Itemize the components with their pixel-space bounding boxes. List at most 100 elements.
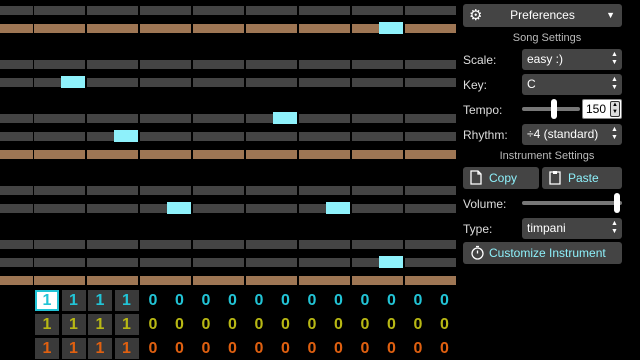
rhythm-select[interactable]: ÷4 (standard) ▲ ▼: [522, 124, 622, 145]
channel-bar-cell[interactable]: 0: [353, 314, 377, 335]
pitch-row-segment[interactable]: [140, 60, 191, 69]
stepper-icon[interactable]: ▲ ▼: [610, 101, 620, 117]
channel-bar-cell[interactable]: 1: [88, 338, 112, 359]
note-block[interactable]: [379, 22, 403, 34]
channel-bar-cell[interactable]: 0: [327, 290, 351, 311]
pitch-row-segment[interactable]: [405, 132, 456, 141]
pitch-row-segment[interactable]: [246, 132, 297, 141]
octave-row-segment[interactable]: [0, 24, 33, 33]
octave-row-segment[interactable]: [34, 24, 85, 33]
pitch-row-segment[interactable]: [246, 258, 297, 267]
octave-row-segment[interactable]: [87, 24, 138, 33]
octave-row-segment[interactable]: [34, 150, 85, 159]
octave-row-segment[interactable]: [405, 24, 456, 33]
pitch-row-segment[interactable]: [193, 6, 244, 15]
note-block[interactable]: [273, 112, 297, 124]
channel-bar-cell[interactable]: 1: [61, 290, 86, 311]
channel-bar-cell[interactable]: 0: [353, 290, 377, 311]
pitch-row-segment[interactable]: [352, 132, 403, 141]
channel-bar-cell[interactable]: 0: [247, 314, 271, 335]
channel-bar-cell[interactable]: 0: [141, 338, 165, 359]
channel-bar-cell[interactable]: 0: [327, 338, 351, 359]
pitch-row-segment[interactable]: [246, 6, 297, 15]
octave-row-segment[interactable]: [246, 276, 297, 285]
channel-bar-cell[interactable]: 1: [88, 290, 112, 311]
octave-row-segment[interactable]: [299, 276, 350, 285]
channel-bar-cell[interactable]: 0: [221, 290, 245, 311]
octave-row-segment[interactable]: [405, 276, 456, 285]
type-select[interactable]: timpani ▲ ▼: [522, 218, 622, 239]
octave-row-segment[interactable]: [140, 150, 191, 159]
pitch-row-segment[interactable]: [87, 258, 138, 267]
pitch-row-segment[interactable]: [405, 6, 456, 15]
octave-row-segment[interactable]: [246, 150, 297, 159]
channel-bar-cell[interactable]: 0: [433, 290, 457, 311]
channel-bar-cell[interactable]: 0: [194, 290, 218, 311]
channel-bar-cell[interactable]: 0: [300, 290, 324, 311]
channel-bar-cell[interactable]: 0: [168, 338, 192, 359]
channel-bar-cell[interactable]: 1: [61, 314, 86, 335]
note-block[interactable]: [326, 202, 350, 214]
channel-bar-cell[interactable]: 0: [168, 290, 192, 311]
octave-row-segment[interactable]: [299, 24, 350, 33]
octave-row-segment[interactable]: [87, 150, 138, 159]
pitch-row-segment[interactable]: [0, 204, 33, 213]
pitch-row-segment[interactable]: [140, 114, 191, 123]
pitch-row-segment[interactable]: [140, 132, 191, 141]
key-select[interactable]: C ▲ ▼: [522, 74, 622, 95]
pitch-row-segment[interactable]: [34, 204, 85, 213]
pitch-row-segment[interactable]: [34, 258, 85, 267]
channel-bar-cell[interactable]: 0: [380, 338, 404, 359]
channel-bar-cell[interactable]: 0: [141, 290, 165, 311]
pitch-row-segment[interactable]: [299, 186, 350, 195]
pitch-row-segment[interactable]: [405, 258, 456, 267]
pitch-row-segment[interactable]: [0, 78, 33, 87]
octave-row-segment[interactable]: [193, 276, 244, 285]
pitch-row-segment[interactable]: [193, 204, 244, 213]
pitch-row-segment[interactable]: [299, 258, 350, 267]
channel-bar-cell[interactable]: 0: [406, 338, 430, 359]
pitch-row-segment[interactable]: [0, 240, 33, 249]
pattern-editor[interactable]: [0, 0, 458, 290]
pitch-row-segment[interactable]: [0, 186, 33, 195]
channel-bar-cell[interactable]: 1: [88, 314, 112, 335]
pitch-row-segment[interactable]: [0, 258, 33, 267]
pitch-row-segment[interactable]: [352, 186, 403, 195]
note-block[interactable]: [61, 76, 85, 88]
note-block[interactable]: [114, 130, 138, 142]
pitch-row-segment[interactable]: [299, 78, 350, 87]
octave-row-segment[interactable]: [140, 24, 191, 33]
pitch-row-segment[interactable]: [405, 78, 456, 87]
pitch-row-segment[interactable]: [193, 114, 244, 123]
pitch-row-segment[interactable]: [140, 240, 191, 249]
paste-button[interactable]: Paste: [542, 167, 622, 189]
octave-row-segment[interactable]: [193, 150, 244, 159]
channel-bar-cell[interactable]: 0: [274, 314, 298, 335]
channel-bar-cell[interactable]: 0: [221, 314, 245, 335]
octave-row-segment[interactable]: [405, 150, 456, 159]
channel-bar-cell[interactable]: 0: [406, 314, 430, 335]
channel-bar-cell[interactable]: 0: [380, 290, 404, 311]
channel-bar-cell[interactable]: 1: [35, 314, 59, 335]
tempo-slider-thumb[interactable]: [550, 99, 557, 119]
pitch-row-segment[interactable]: [405, 186, 456, 195]
pitch-row-segment[interactable]: [34, 60, 85, 69]
pitch-row-segment[interactable]: [34, 114, 85, 123]
pitch-row-segment[interactable]: [246, 60, 297, 69]
pitch-row-segment[interactable]: [34, 186, 85, 195]
pitch-row-segment[interactable]: [87, 78, 138, 87]
pitch-row-segment[interactable]: [246, 240, 297, 249]
octave-row-segment[interactable]: [140, 276, 191, 285]
channel-bar-cell[interactable]: 0: [353, 338, 377, 359]
pitch-row-segment[interactable]: [0, 6, 33, 15]
preferences-menu[interactable]: ⚙ Preferences ▼: [463, 4, 622, 27]
channel-bar-cell[interactable]: 0: [433, 314, 457, 335]
channel-bar-cell[interactable]: 0: [247, 290, 271, 311]
pitch-row-segment[interactable]: [299, 240, 350, 249]
tempo-input[interactable]: 150 ▲ ▼: [582, 99, 622, 119]
channel-bar-cell[interactable]: 0: [380, 314, 404, 335]
octave-row-segment[interactable]: [352, 276, 403, 285]
scale-select[interactable]: easy :) ▲ ▼: [522, 49, 622, 70]
customize-instrument-button[interactable]: Customize Instrument: [463, 242, 622, 264]
pitch-row-segment[interactable]: [87, 6, 138, 15]
